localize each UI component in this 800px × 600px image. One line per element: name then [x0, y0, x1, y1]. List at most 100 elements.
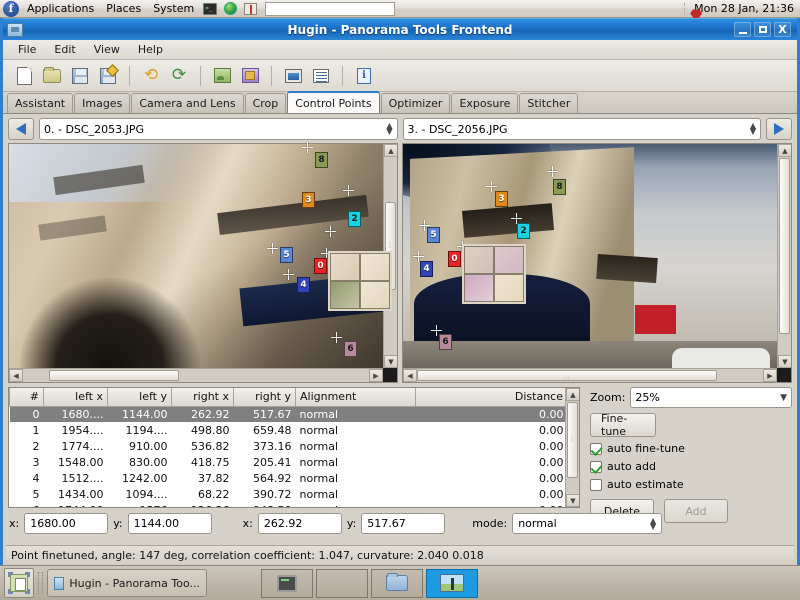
save-project-icon[interactable] [67, 63, 93, 89]
panel-menu-places[interactable]: Places [100, 0, 147, 17]
about-info-icon[interactable] [351, 63, 377, 89]
table-row[interactable]: 3 1548.00 830.00 418.75 205.41 normal 0.00 [10, 454, 568, 470]
menu-file[interactable]: File [9, 41, 45, 58]
scroll-down-icon[interactable]: ▼ [384, 355, 397, 368]
tab-camera-and-lens[interactable]: Camera and Lens [131, 93, 244, 113]
control-point-marker-4-right[interactable]: 4 [420, 261, 433, 277]
window-title-bar[interactable]: Hugin - Panorama Tools Frontend X [3, 18, 797, 40]
workspace-files[interactable] [371, 568, 423, 598]
table-row[interactable]: 5 1434.00 1094.... 68.22 390.72 normal 0.00 [10, 486, 568, 502]
tab-stitcher[interactable]: Stitcher [519, 93, 579, 113]
auto-estimate-checkbox[interactable] [590, 478, 602, 491]
scroll-thumb[interactable] [49, 370, 179, 381]
scroll-up-icon[interactable]: ▲ [566, 388, 579, 401]
clock[interactable]: Mon 28 Jan, 21:36 [694, 2, 794, 15]
undo-icon[interactable]: ⟲ [138, 63, 164, 89]
right-pane-vscrollbar[interactable]: ▲ ▼ [777, 144, 791, 368]
show-desktop-icon[interactable] [4, 568, 34, 598]
menu-view[interactable]: View [85, 41, 129, 58]
control-point-marker-5-right[interactable]: 5 [427, 227, 440, 243]
add-image-icon[interactable] [209, 63, 235, 89]
column-header-distance[interactable]: Distance [415, 388, 568, 407]
next-image-arrow[interactable] [766, 118, 792, 140]
right-y-input[interactable]: 517.67 [361, 513, 446, 534]
control-point-marker-2-right[interactable]: 2 [517, 223, 530, 239]
save-as-project-icon[interactable] [95, 63, 121, 89]
open-project-icon[interactable] [39, 63, 65, 89]
column-header-alignment[interactable]: Alignment [295, 388, 416, 407]
control-point-marker-5-left[interactable]: 5 [280, 247, 293, 263]
left-pane-hscrollbar[interactable]: ◀ ▶ [9, 368, 383, 382]
auto-estimate-row[interactable]: auto estimate [590, 478, 792, 491]
control-point-marker-0-right[interactable]: 0 [448, 251, 461, 267]
new-project-icon[interactable] [11, 63, 37, 89]
table-row[interactable]: 0 1680.... 1144.00 262.92 517.67 normal 0.00 [9, 406, 568, 422]
workspace-hugin[interactable] [426, 568, 478, 598]
chevron-updown-icon[interactable]: ▲ ▼ [750, 122, 756, 136]
taskbar-window-button-hugin[interactable]: Hugin - Panorama Too... [47, 569, 207, 597]
tab-assistant[interactable]: Assistant [7, 93, 74, 113]
preview-panorama-icon[interactable] [280, 63, 306, 89]
control-point-marker-0-left[interactable]: 0 [314, 258, 327, 274]
menu-help[interactable]: Help [129, 41, 172, 58]
control-point-marker-3-right[interactable]: 3 [495, 191, 508, 207]
left-image-combo[interactable]: 0. - DSC_2053.JPG ▲ ▼ [39, 118, 398, 140]
left-image-canvas[interactable] [9, 144, 383, 368]
taskbar-grip[interactable] [38, 572, 43, 594]
scroll-down-icon[interactable]: ▼ [566, 494, 579, 507]
control-point-marker-6-left[interactable]: 6 [344, 341, 357, 357]
column-header-right-y[interactable]: right y [233, 388, 296, 407]
scroll-left-icon[interactable]: ◀ [9, 369, 23, 382]
zoom-select[interactable]: 25% ▼ [630, 387, 792, 408]
control-point-marker-8-right[interactable]: 8 [553, 179, 566, 195]
terminal-icon[interactable] [201, 1, 219, 17]
minimize-button[interactable] [734, 22, 751, 37]
tab-optimizer[interactable]: Optimizer [380, 93, 451, 113]
help-icon[interactable] [241, 1, 259, 17]
table-row[interactable]: 4 1512.... 1242.00 37.82 564.92 normal 0.00 [10, 470, 568, 486]
add-images-icon[interactable] [237, 63, 263, 89]
auto-add-row[interactable]: auto add [590, 460, 792, 473]
chevron-updown-icon[interactable]: ▲ ▼ [650, 516, 656, 530]
control-points-table[interactable]: # left x left y right x right y Alignmen… [8, 387, 580, 508]
right-x-input[interactable]: 262.92 [257, 513, 342, 534]
left-image-pane[interactable]: ▲ ⋮ ▼ ◀ ▶ [8, 143, 398, 383]
scroll-left-icon[interactable]: ◀ [403, 369, 417, 382]
maximize-button[interactable] [754, 22, 771, 37]
table-vscrollbar[interactable]: ▲ ⋮ ▼ [565, 388, 579, 507]
scroll-right-icon[interactable]: ▶ [369, 369, 383, 382]
control-point-marker-6-right[interactable]: 6 [439, 334, 452, 350]
menu-edit[interactable]: Edit [45, 41, 84, 58]
right-image-combo[interactable]: 3. - DSC_2056.JPG ▲ ▼ [402, 118, 761, 140]
panel-menu-applications[interactable]: Applications [21, 0, 100, 17]
auto-fine-tune-row[interactable]: auto fine-tune [590, 442, 792, 455]
tab-exposure[interactable]: Exposure [451, 93, 519, 113]
table-row[interactable]: 2 1774.... 910.00 536.82 373.16 normal 0.00 [10, 438, 568, 454]
auto-fine-tune-checkbox[interactable] [590, 442, 602, 455]
browser-icon[interactable] [221, 1, 239, 17]
scroll-thumb[interactable]: ⋯ [417, 370, 717, 382]
workspace-terminal[interactable] [261, 568, 313, 598]
scroll-down-icon[interactable]: ▼ [778, 355, 791, 368]
scroll-thumb[interactable]: ⋮ [567, 402, 578, 478]
table-row[interactable]: 61744.001576126.36948.50normal0.00 [10, 502, 568, 508]
scroll-right-icon[interactable]: ▶ [763, 369, 777, 382]
chevron-updown-icon[interactable]: ▲ ▼ [386, 122, 392, 136]
control-point-marker-4-left[interactable]: 4 [297, 277, 310, 293]
tab-images[interactable]: Images [74, 93, 131, 113]
column-header-left-y[interactable]: left y [107, 388, 172, 407]
tab-crop[interactable]: Crop [244, 93, 287, 113]
tab-control-points[interactable]: Control Points [287, 91, 380, 113]
panel-menu-system[interactable]: System [147, 0, 200, 17]
previous-image-arrow[interactable] [8, 118, 34, 140]
control-point-marker-1-right[interactable]: 1 [510, 280, 523, 296]
auto-add-checkbox[interactable] [590, 460, 602, 473]
control-point-marker-3-left[interactable]: 3 [302, 192, 315, 208]
column-header-right-x[interactable]: right x [171, 388, 234, 407]
panel-search-input[interactable] [265, 1, 396, 16]
chevron-down-icon[interactable]: ▼ [780, 393, 787, 403]
control-point-marker-8-left[interactable]: 8 [315, 152, 328, 168]
right-pane-hscrollbar[interactable]: ◀ ⋯ ▶ [403, 368, 777, 382]
left-x-input[interactable]: 1680.00 [24, 513, 109, 534]
column-header-number[interactable]: # [9, 388, 44, 407]
